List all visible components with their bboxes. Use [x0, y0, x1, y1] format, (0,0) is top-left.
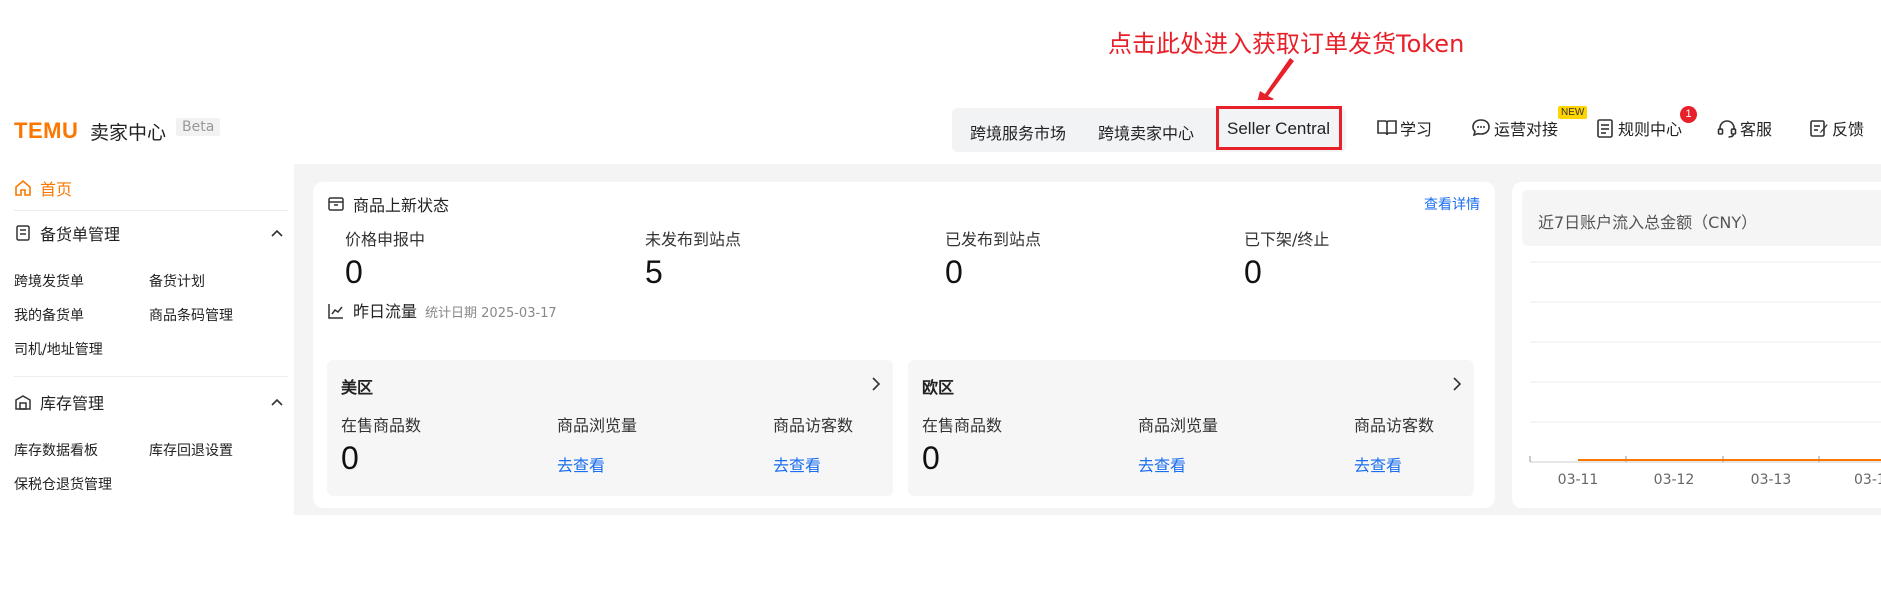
- edit-icon: [1810, 120, 1828, 137]
- temu-logo[interactable]: TEMU: [14, 118, 78, 144]
- top-bar: TEMU 卖家中心 Beta 跨境服务市场 跨境卖家中心 Seller Cent…: [0, 100, 1881, 164]
- seller-central-label: Seller Central: [1227, 119, 1330, 138]
- seller-center-app: TEMU 卖家中心 Beta 跨境服务市场 跨境卖家中心 Seller Cent…: [0, 100, 1881, 515]
- sidebar-divider: [14, 376, 288, 377]
- chart-gridlines: [1530, 261, 1881, 423]
- stat-delisted-value[interactable]: 0: [1244, 254, 1262, 291]
- app-name: 卖家中心: [90, 122, 167, 144]
- sidebar-item-home-label: 首页: [40, 180, 73, 199]
- sidebar-group-inventory[interactable]: 库存管理: [14, 390, 104, 414]
- sidebar-divider: [14, 210, 288, 211]
- region-us-views-link[interactable]: 去查看: [557, 452, 605, 476]
- chevron-up-icon[interactable]: [270, 228, 284, 238]
- sidebar-item-cross-border-shipment[interactable]: 跨境发货单: [14, 271, 84, 291]
- stat-price-declaring-value[interactable]: 0: [345, 254, 363, 291]
- clipboard-icon: [16, 225, 30, 241]
- home-icon: [15, 179, 31, 196]
- warehouse-icon: [15, 395, 31, 410]
- account-inflow-header: 近7日账户流入总金额（CNY）: [1522, 190, 1881, 246]
- stat-unpublished-label: 未发布到站点: [645, 230, 742, 249]
- book-icon: [1377, 120, 1397, 136]
- tool-ops-liaison[interactable]: 运营对接: [1470, 116, 1558, 140]
- tool-feedback-label: 反馈: [1832, 120, 1865, 139]
- annotation-text: 点击此处进入获取订单发货Token: [1108, 30, 1465, 58]
- nav-cross-border-service-market[interactable]: 跨境服务市场: [970, 120, 1066, 144]
- product-status-title: 商品上新状态: [327, 192, 449, 216]
- product-status-title-text: 商品上新状态: [353, 196, 450, 215]
- content-area: 首页 备货单管理 跨境发货单 备货计划 我的备货单 商品条码管理 司机/地址管理…: [0, 164, 1881, 515]
- chevron-right-icon[interactable]: [871, 376, 881, 392]
- box-icon: [328, 197, 344, 211]
- line-chart-icon: [328, 304, 343, 319]
- region-eu-visitors-label: 商品访客数: [1354, 416, 1435, 435]
- new-badge: NEW: [1558, 106, 1588, 119]
- x-tick-label: 03-12: [1654, 472, 1695, 488]
- nav-cross-border-seller-center[interactable]: 跨境卖家中心: [1098, 120, 1194, 144]
- view-details-link[interactable]: 查看详情: [1424, 194, 1480, 214]
- tool-ops-liaison-label: 运营对接: [1494, 120, 1559, 139]
- sidebar: 首页 备货单管理 跨境发货单 备货计划 我的备货单 商品条码管理 司机/地址管理…: [0, 164, 294, 515]
- stat-delisted-label: 已下架/终止: [1244, 230, 1330, 249]
- notification-count-badge: 1: [1680, 106, 1697, 123]
- region-us-on-sale-label: 在售商品数: [341, 416, 422, 435]
- stat-price-declaring-label: 价格申报中: [345, 230, 426, 249]
- region-us-name: 美区: [341, 378, 374, 397]
- headset-icon: [1717, 120, 1737, 138]
- region-eu-name: 欧区: [922, 378, 955, 397]
- traffic-title: 昨日流量 统计日期 2025-03-17: [327, 298, 557, 322]
- region-eu-panel[interactable]: 欧区 在售商品数 0 商品浏览量 去查看 商品访客数 去查看: [908, 360, 1474, 496]
- beta-badge: Beta: [176, 118, 221, 136]
- tool-rules-center-label: 规则中心: [1618, 120, 1683, 139]
- sidebar-group-stocking-orders[interactable]: 备货单管理: [14, 221, 120, 245]
- tool-feedback[interactable]: 反馈: [1808, 116, 1864, 140]
- document-icon: [1597, 119, 1613, 138]
- sidebar-item-inventory-return-settings[interactable]: 库存回退设置: [149, 440, 233, 460]
- tool-customer-service-label: 客服: [1740, 120, 1773, 139]
- region-us-visitors-label: 商品访客数: [773, 416, 854, 435]
- chevron-right-icon[interactable]: [1452, 376, 1462, 392]
- region-eu-on-sale-value: 0: [922, 440, 940, 476]
- x-tick-label: 03-11: [1558, 472, 1599, 488]
- region-us-visitors-link[interactable]: 去查看: [773, 452, 821, 476]
- seller-central-button[interactable]: Seller Central: [1216, 106, 1342, 150]
- product-overview-card: 商品上新状态 查看详情 价格申报中 0 未发布到站点 5 已发布到站点 0 已下…: [313, 182, 1495, 508]
- stat-published-value[interactable]: 0: [945, 254, 963, 291]
- chevron-up-icon[interactable]: [270, 397, 284, 407]
- region-eu-on-sale-label: 在售商品数: [922, 416, 1003, 435]
- region-us-panel[interactable]: 美区 在售商品数 0 商品浏览量 去查看 商品访客数 去查看: [327, 360, 893, 496]
- tool-learn[interactable]: 学习: [1376, 116, 1432, 140]
- sidebar-group-inventory-label: 库存管理: [40, 394, 105, 413]
- tool-learn-label: 学习: [1400, 120, 1433, 139]
- region-eu-views-link[interactable]: 去查看: [1138, 452, 1186, 476]
- stat-published-label: 已发布到站点: [945, 230, 1042, 249]
- region-us-views-label: 商品浏览量: [557, 416, 638, 435]
- sidebar-item-barcode-management[interactable]: 商品条码管理: [149, 305, 233, 325]
- tool-rules-center[interactable]: 规则中心: [1594, 116, 1682, 140]
- chat-icon: [1472, 119, 1490, 137]
- sidebar-item-my-stocking-orders[interactable]: 我的备货单: [14, 305, 84, 325]
- sidebar-item-stocking-plan[interactable]: 备货计划: [149, 271, 205, 291]
- x-tick-label: 03-1: [1854, 472, 1881, 488]
- sidebar-item-bonded-warehouse-returns[interactable]: 保税仓退货管理: [14, 474, 112, 494]
- stat-unpublished-value[interactable]: 5: [645, 254, 663, 291]
- account-inflow-title: 近7日账户流入总金额（CNY）: [1538, 213, 1758, 232]
- region-eu-visitors-link[interactable]: 去查看: [1354, 452, 1402, 476]
- account-inflow-chart: 03-11 03-12 03-13 03-1: [1529, 261, 1881, 488]
- sidebar-item-home[interactable]: 首页: [14, 176, 72, 200]
- sidebar-item-driver-address[interactable]: 司机/地址管理: [14, 339, 103, 359]
- region-us-on-sale-value: 0: [341, 440, 359, 476]
- traffic-date: 统计日期 2025-03-17: [425, 306, 557, 321]
- sidebar-item-inventory-dashboard[interactable]: 库存数据看板: [14, 440, 98, 460]
- tool-customer-service[interactable]: 客服: [1716, 116, 1772, 140]
- x-tick-label: 03-13: [1751, 472, 1792, 488]
- sidebar-group-stocking-orders-label: 备货单管理: [40, 225, 121, 244]
- region-eu-views-label: 商品浏览量: [1138, 416, 1219, 435]
- account-inflow-card: 近7日账户流入总金额（CNY） 03-11 03-12 03-13 03-: [1512, 182, 1881, 508]
- traffic-title-text: 昨日流量: [353, 302, 418, 321]
